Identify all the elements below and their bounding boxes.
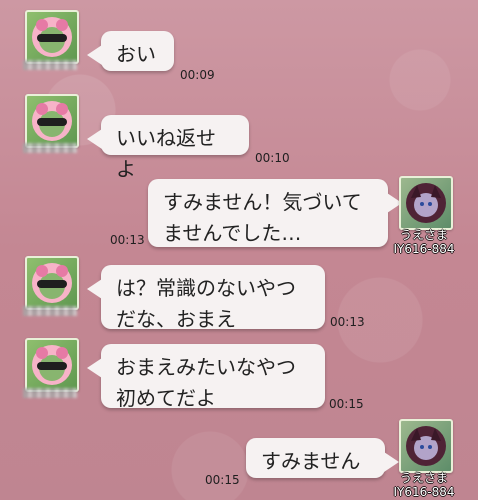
character-avatar-icon bbox=[32, 345, 72, 385]
self-user-name: うえさま bbox=[399, 471, 448, 485]
message-text: すみません bbox=[261, 449, 361, 473]
character-avatar-icon bbox=[32, 101, 72, 141]
other-user-name-blurred bbox=[23, 143, 77, 153]
message-text: おまえみたいなやつ初めてだよ bbox=[116, 355, 296, 410]
other-user-avatar[interactable] bbox=[25, 338, 79, 392]
self-user-id: IY616-884 bbox=[393, 242, 455, 256]
character-avatar-icon bbox=[32, 17, 72, 57]
message-bubble: おまえみたいなやつ初めてだよ bbox=[87, 344, 325, 410]
self-user-name: うえさま bbox=[399, 228, 448, 242]
self-user-avatar[interactable] bbox=[399, 176, 453, 230]
message-bubble: すみません bbox=[246, 438, 399, 478]
other-user-name-blurred bbox=[23, 60, 77, 70]
other-user-name-blurred bbox=[23, 306, 77, 316]
message-time: 00:15 bbox=[329, 397, 364, 411]
other-user-avatar[interactable] bbox=[25, 10, 79, 64]
self-user-avatar[interactable] bbox=[399, 419, 453, 473]
character-avatar-icon bbox=[406, 183, 446, 223]
self-user-id: IY616-884 bbox=[393, 485, 455, 499]
message-time: 00:09 bbox=[180, 68, 215, 82]
message-bubble: すみません！気づいてませんでした… bbox=[148, 179, 402, 247]
message-text: おい bbox=[116, 42, 156, 66]
character-avatar-icon bbox=[406, 426, 446, 466]
message-time: 00:15 bbox=[205, 473, 240, 487]
message-text: は？常識のないやつだな、おまえ bbox=[116, 276, 296, 331]
other-user-avatar[interactable] bbox=[25, 94, 79, 148]
other-user-avatar[interactable] bbox=[25, 256, 79, 310]
character-avatar-icon bbox=[32, 263, 72, 303]
message-bubble: は？常識のないやつだな、おまえ bbox=[87, 265, 325, 331]
message-time: 00:13 bbox=[110, 233, 145, 247]
message-time: 00:13 bbox=[330, 315, 365, 329]
message-bubble: おい bbox=[87, 31, 174, 71]
message-text: すみません！気づいてませんでした… bbox=[163, 190, 362, 245]
message-bubble: いいね返せよ bbox=[87, 115, 249, 181]
message-time: 00:10 bbox=[255, 151, 290, 165]
other-user-name-blurred bbox=[23, 388, 77, 398]
